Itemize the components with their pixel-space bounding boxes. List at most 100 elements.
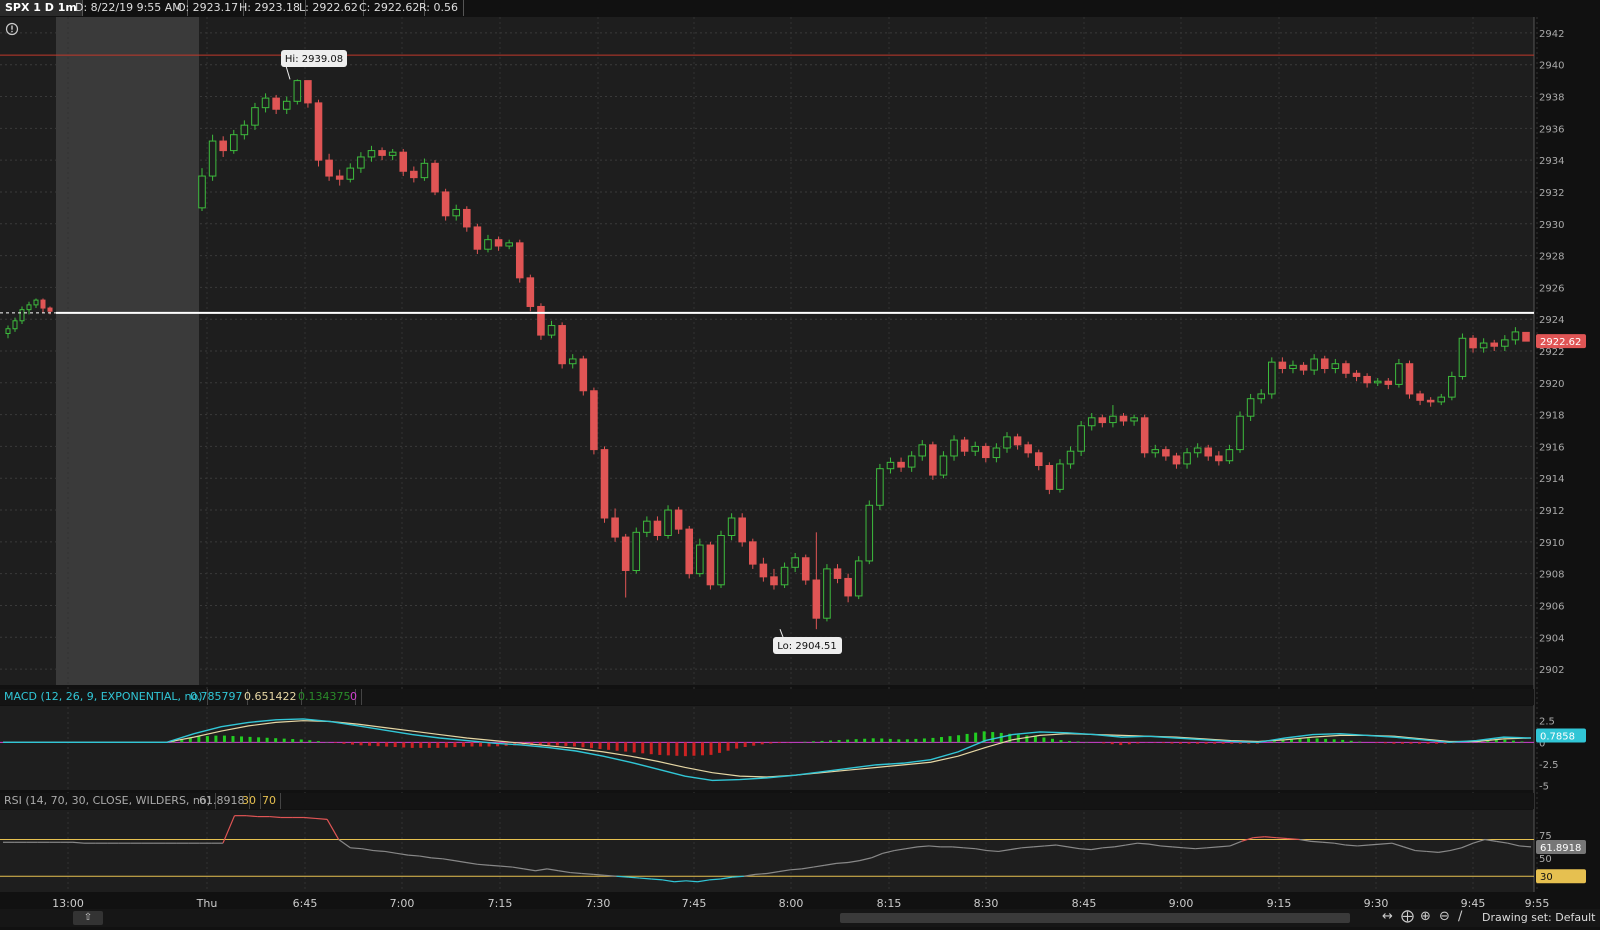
candle-body bbox=[1131, 418, 1138, 421]
macd-histogram-bar bbox=[1350, 741, 1353, 743]
pan-icon[interactable]: ↔ bbox=[1382, 909, 1393, 924]
candle-body bbox=[633, 532, 640, 570]
candle-body bbox=[612, 518, 619, 537]
macd-histogram-bar bbox=[966, 734, 969, 742]
candle-body bbox=[347, 168, 354, 179]
candle-body bbox=[1491, 343, 1498, 346]
candle-body bbox=[379, 151, 386, 156]
macd-histogram-bar bbox=[957, 735, 960, 742]
price-tick: 2908 bbox=[1539, 570, 1564, 581]
price-tick: 2914 bbox=[1539, 474, 1564, 485]
macd-histogram-bar bbox=[1188, 742, 1191, 743]
macd-histogram-bar bbox=[266, 738, 269, 743]
candle-body bbox=[908, 456, 915, 467]
candle-body bbox=[1194, 448, 1201, 453]
horizontal-scrollbar[interactable] bbox=[840, 913, 1350, 923]
candle-body bbox=[13, 321, 17, 329]
candle-body bbox=[993, 448, 1000, 458]
candle-body bbox=[421, 163, 428, 177]
candle-body bbox=[728, 518, 735, 535]
hi-annotation: Hi: 2939.08 bbox=[281, 50, 347, 67]
macd-histogram-bar bbox=[829, 740, 832, 742]
macd-histogram-bar bbox=[1230, 742, 1233, 743]
macd-histogram-bar bbox=[1077, 742, 1080, 743]
macd-histogram-bar bbox=[616, 742, 619, 750]
macd-histogram-bar bbox=[1520, 741, 1523, 742]
macd-histogram-bar bbox=[462, 742, 465, 746]
macd-histogram-bar bbox=[1418, 742, 1421, 743]
candle-body bbox=[199, 176, 206, 208]
zoom-in-icon[interactable]: ⊕ bbox=[1420, 909, 1431, 924]
candle-body bbox=[1258, 394, 1265, 399]
macd-histogram-bar bbox=[1051, 739, 1054, 743]
macd-histogram-bar bbox=[1307, 738, 1310, 742]
candle-body bbox=[1459, 338, 1466, 376]
macd-histogram-bar bbox=[428, 742, 431, 748]
candle-body bbox=[1396, 364, 1403, 385]
macd-histogram-bar bbox=[940, 737, 943, 742]
candle-body bbox=[1163, 450, 1170, 456]
macd-histogram-bar bbox=[1358, 742, 1361, 743]
lo-label: Lo: 2904.51 bbox=[777, 641, 836, 652]
macd-avg-value: 0.651422 bbox=[240, 689, 302, 705]
price-tick: 2926 bbox=[1539, 283, 1564, 294]
macd-histogram-bar bbox=[1324, 739, 1327, 742]
candle-body bbox=[569, 359, 576, 364]
macd-histogram-bar bbox=[1068, 741, 1071, 742]
drawing-set-label[interactable]: Drawing set: Default bbox=[1482, 911, 1595, 924]
candle-body bbox=[1237, 416, 1244, 449]
candle-body bbox=[951, 440, 958, 456]
candle-body bbox=[824, 569, 831, 618]
macd-histogram-bar bbox=[761, 742, 764, 744]
candle-body bbox=[983, 446, 990, 457]
drawing-tool-icon[interactable]: ∕ bbox=[1458, 909, 1462, 924]
macd-histogram-bar bbox=[675, 742, 678, 755]
macd-histogram-bar bbox=[249, 737, 252, 742]
candle-body bbox=[506, 243, 513, 246]
price-tick: 2912 bbox=[1539, 506, 1564, 517]
macd-histogram-bar bbox=[710, 742, 713, 755]
macd-study-label[interactable]: MACD (12, 26, 9, EXPONENTIAL, no) bbox=[0, 689, 208, 705]
zoom-out-icon[interactable]: ⊖ bbox=[1439, 909, 1450, 924]
candle-body bbox=[464, 209, 471, 226]
candle-body bbox=[1449, 376, 1456, 397]
candle-body bbox=[432, 163, 439, 192]
macd-histogram-bar bbox=[436, 742, 439, 748]
candle-body bbox=[1120, 416, 1127, 421]
candle-body bbox=[411, 171, 418, 177]
macd-histogram-bar bbox=[914, 739, 917, 742]
candle-body bbox=[495, 240, 502, 246]
candle-body bbox=[845, 578, 852, 595]
macd-histogram-bar bbox=[1375, 742, 1378, 743]
price-tick: 2906 bbox=[1539, 601, 1564, 612]
candle-body bbox=[41, 300, 45, 308]
candle-body bbox=[760, 564, 767, 577]
rsi-panel[interactable] bbox=[0, 810, 1534, 892]
macd-value: 0.785797 bbox=[186, 689, 248, 705]
candle-body bbox=[538, 306, 545, 335]
candle-body bbox=[919, 445, 926, 456]
candle-body bbox=[453, 209, 460, 215]
macd-histogram-bar bbox=[1401, 742, 1404, 743]
candle-body bbox=[1300, 365, 1307, 370]
candle-body bbox=[887, 462, 894, 468]
candle-body bbox=[6, 329, 10, 334]
crosshair-icon[interactable]: ⨁ bbox=[1401, 909, 1414, 924]
macd-histogram-bar bbox=[470, 742, 473, 746]
candle-body bbox=[1025, 445, 1032, 453]
macd-histogram-bar bbox=[1503, 740, 1506, 743]
range-label: R: 0.56 bbox=[414, 0, 464, 16]
candle-body bbox=[209, 141, 216, 176]
macd-histogram-bar bbox=[855, 739, 858, 742]
macd-histogram-bar bbox=[257, 737, 260, 742]
macd-histogram-bar bbox=[411, 742, 414, 748]
candle-body bbox=[315, 103, 322, 160]
rsi-study-label[interactable]: RSI (14, 70, 30, CLOSE, WILDERS, no) bbox=[0, 793, 216, 809]
candle-body bbox=[262, 98, 269, 108]
candle-body bbox=[654, 521, 661, 535]
candle-body bbox=[1290, 365, 1297, 368]
collapse-icon[interactable]: ⇧ bbox=[73, 911, 103, 925]
candle-body bbox=[940, 456, 947, 475]
candle-body bbox=[474, 227, 481, 249]
candle-body bbox=[1374, 381, 1381, 383]
